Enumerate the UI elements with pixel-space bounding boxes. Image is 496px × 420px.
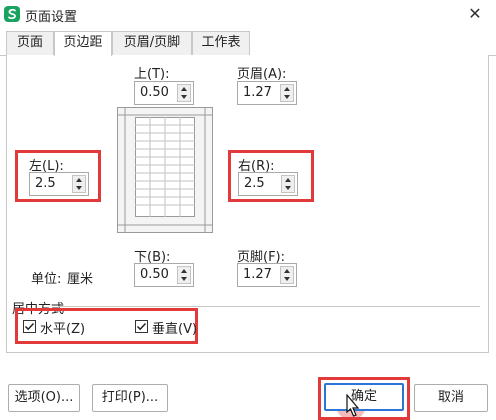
cancel-button[interactable]: 取消 xyxy=(414,384,488,412)
spin-down-icon[interactable] xyxy=(178,93,190,101)
top-margin-value[interactable]: 0.50 xyxy=(140,85,169,100)
ok-button[interactable]: 确定 xyxy=(324,383,404,411)
tab-margins[interactable]: 页边距 xyxy=(54,31,112,56)
footer-margin-field[interactable]: 1.27 xyxy=(237,263,297,287)
print-button[interactable]: 打印(P)... xyxy=(92,384,168,412)
unit-value: 厘米 xyxy=(67,272,94,287)
spin-down-icon[interactable] xyxy=(281,275,293,283)
header-margin-value[interactable]: 1.27 xyxy=(243,85,272,100)
close-button[interactable]: ✕ xyxy=(462,2,488,26)
tab-sheet[interactable]: 工作表 xyxy=(192,31,250,55)
bottom-margin-field[interactable]: 0.50 xyxy=(134,263,194,287)
right-margin-value[interactable]: 2.5 xyxy=(244,176,265,191)
spin-down-icon[interactable] xyxy=(178,275,190,283)
left-margin-field[interactable]: 2.5 xyxy=(29,172,89,196)
top-margin-field[interactable]: 0.50 xyxy=(134,81,194,105)
spin-down-icon[interactable] xyxy=(73,184,85,192)
spin-up-icon[interactable] xyxy=(281,85,293,93)
spin-up-icon[interactable] xyxy=(281,267,293,275)
spin-down-icon[interactable] xyxy=(282,184,294,192)
tab-header-footer[interactable]: 页眉/页脚 xyxy=(112,31,192,55)
vertical-label[interactable]: 垂直(V) xyxy=(152,318,197,337)
spin-up-icon[interactable] xyxy=(73,176,85,184)
dialog-title: 页面设置 xyxy=(25,10,78,25)
mouse-cursor-icon xyxy=(346,394,360,417)
wps-sheet-icon xyxy=(4,6,20,22)
right-margin-field[interactable]: 2.5 xyxy=(238,172,298,196)
spin-up-icon[interactable] xyxy=(178,85,190,93)
close-icon: ✕ xyxy=(468,4,482,23)
horizontal-checkbox[interactable] xyxy=(23,320,36,333)
top-margin-label: 上(T): xyxy=(134,67,170,82)
left-margin-value[interactable]: 2.5 xyxy=(35,176,56,191)
spin-up-icon[interactable] xyxy=(282,176,294,184)
center-group-divider xyxy=(58,306,480,307)
header-margin-label: 页眉(A): xyxy=(237,67,287,82)
check-icon xyxy=(136,322,147,331)
bottom-margin-value[interactable]: 0.50 xyxy=(140,267,169,282)
check-icon xyxy=(24,322,35,331)
footer-margin-value[interactable]: 1.27 xyxy=(243,267,272,282)
options-button[interactable]: 选项(O)... xyxy=(8,384,80,412)
header-margin-field[interactable]: 1.27 xyxy=(237,81,297,105)
vertical-checkbox[interactable] xyxy=(135,320,148,333)
preview-margin-guides xyxy=(117,107,213,233)
tab-page[interactable]: 页面 xyxy=(6,31,54,55)
unit-label: 单位: xyxy=(31,272,62,287)
spin-up-icon[interactable] xyxy=(178,267,190,275)
spin-down-icon[interactable] xyxy=(281,93,293,101)
horizontal-label[interactable]: 水平(Z) xyxy=(40,318,85,337)
